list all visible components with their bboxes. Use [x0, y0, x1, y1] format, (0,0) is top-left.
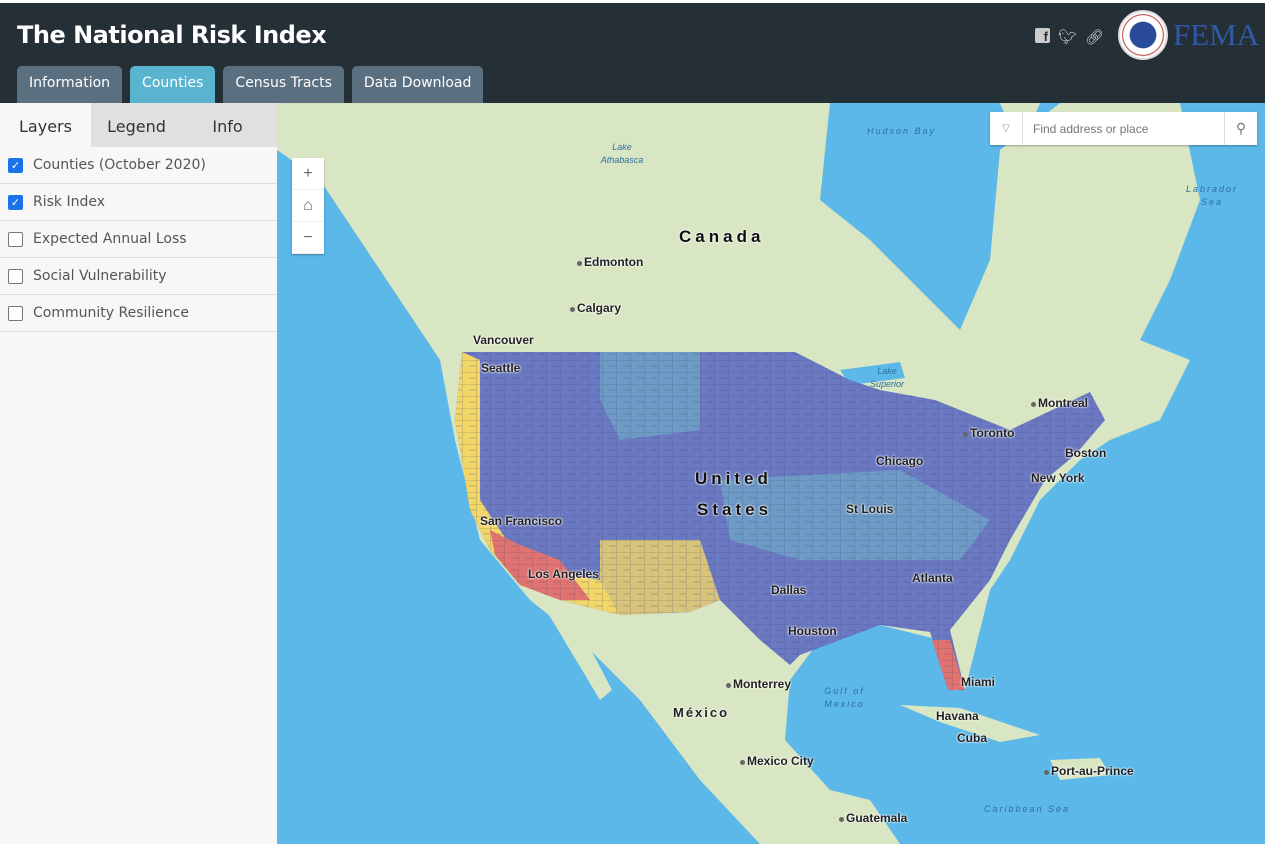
city-label: Houston — [788, 624, 837, 638]
home-button[interactable]: ⌂ — [292, 190, 324, 222]
twitter-icon[interactable]: 🐦︎ — [1058, 28, 1077, 46]
tab-layers[interactable]: Layers — [0, 103, 91, 147]
city-label: Guatemala — [839, 811, 907, 825]
water-label: Lake Athabasca — [600, 142, 644, 165]
layer-label: Expected Annual Loss — [33, 231, 187, 247]
search-widget: ▽ ⚲ — [990, 112, 1257, 145]
city-label: Monterrey — [726, 677, 791, 691]
layer-label: Risk Index — [33, 194, 106, 210]
layer-social-vulnerability[interactable]: Social Vulnerability — [0, 258, 277, 295]
city-label: Port-au-Prince — [1044, 764, 1134, 778]
dhs-seal-logo — [1118, 10, 1168, 60]
zoom-in-button[interactable]: + — [292, 158, 324, 190]
city-label: Atlanta — [912, 571, 953, 585]
city-label: Vancouver — [473, 333, 534, 347]
country-label: México — [673, 705, 730, 720]
search-source-dropdown[interactable]: ▽ — [990, 112, 1023, 145]
city-label: Mexico City — [740, 754, 814, 768]
tab-data-download[interactable]: Data Download — [351, 66, 484, 103]
search-input[interactable] — [1023, 112, 1224, 145]
checkbox-checked[interactable]: ✓ — [8, 194, 23, 210]
city-label: Seattle — [481, 361, 521, 375]
water-label: Lake Superior — [869, 366, 905, 389]
zoom-out-button[interactable]: − — [292, 222, 324, 254]
city-label: New York — [1031, 471, 1085, 485]
city-label: Dallas — [771, 583, 807, 597]
city-label: San Francisco — [480, 514, 563, 528]
sidebar: Layers Legend Info ✓ Counties (October 20… — [0, 103, 277, 844]
city-label: Los Angeles — [528, 567, 599, 581]
country-label: Cuba — [957, 731, 987, 745]
city-label: Chicago — [876, 454, 924, 468]
search-icon[interactable]: ⚲ — [1224, 112, 1257, 145]
water-label: Labrador Sea — [1185, 184, 1239, 207]
city-label: Havana — [936, 709, 979, 723]
water-label: Gulf of Mexico — [824, 686, 865, 709]
city-label: St Louis — [846, 502, 894, 516]
country-label: States — [697, 500, 773, 519]
zoom-controls: + ⌂ − — [292, 158, 324, 254]
layer-label: Community Resilience — [33, 305, 189, 321]
layer-counties[interactable]: ✓ Counties (October 2020) — [0, 147, 277, 184]
layer-community-resilience[interactable]: Community Resilience — [0, 295, 277, 332]
tab-counties[interactable]: Counties — [130, 66, 216, 103]
tab-legend[interactable]: Legend — [91, 103, 182, 147]
fema-logo: FEMA — [1173, 17, 1260, 52]
layer-label: Social Vulnerability — [33, 268, 167, 284]
layer-risk-index[interactable]: ✓ Risk Index — [0, 184, 277, 221]
sidebar-tabs: Layers Legend Info — [0, 103, 277, 147]
city-label: Calgary — [570, 301, 621, 315]
app-header: The National Risk Index Information Coun… — [0, 0, 1265, 103]
water-label: Caribbean Sea — [983, 804, 1071, 814]
checkbox[interactable] — [8, 305, 23, 321]
social-links: f 🐦︎ 🔗︎ — [1035, 28, 1104, 46]
city-label: Boston — [1065, 446, 1107, 460]
city-label: Montreal — [1031, 396, 1088, 410]
checkbox[interactable] — [8, 231, 23, 247]
country-label: United — [695, 469, 772, 488]
city-label: Toronto — [963, 426, 1014, 440]
main-tabs: Information Counties Census Tracts Data … — [17, 66, 484, 103]
checkbox[interactable] — [8, 268, 23, 284]
facebook-icon[interactable]: f — [1035, 28, 1050, 44]
layer-expected-annual-loss[interactable]: Expected Annual Loss — [0, 221, 277, 258]
checkbox-checked[interactable]: ✓ — [8, 157, 23, 173]
country-label: Canada — [679, 227, 765, 246]
tab-info[interactable]: Info — [182, 103, 273, 147]
tab-information[interactable]: Information — [17, 66, 123, 103]
app-title: The National Risk Index — [17, 21, 327, 49]
water-label: Hudson Bay — [867, 126, 937, 136]
city-label: Edmonton — [577, 255, 643, 269]
city-label: Miami — [961, 675, 996, 689]
link-icon[interactable]: 🔗︎ — [1085, 28, 1104, 46]
tab-census-tracts[interactable]: Census Tracts — [223, 66, 344, 103]
map-view[interactable]: + ⌂ − ▽ ⚲ Hudson Bay Labrador Sea Lake A… — [277, 103, 1265, 844]
layer-label: Counties (October 2020) — [33, 157, 206, 173]
